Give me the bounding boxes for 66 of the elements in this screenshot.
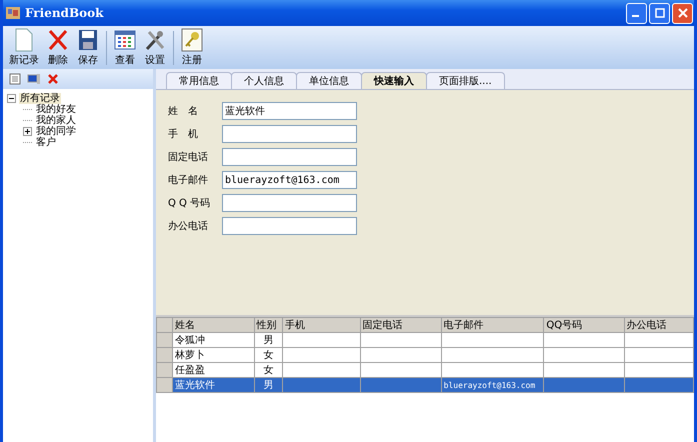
table-cell: 林萝卜: [174, 350, 205, 361]
table-cell: 女: [263, 350, 274, 361]
field-label: 姓 名: [168, 105, 199, 118]
collapse-icon[interactable]: [7, 94, 16, 103]
tab[interactable]: 快速输入: [361, 72, 427, 89]
tab[interactable]: 个人信息: [231, 72, 297, 89]
table-cell: 令狐冲: [174, 335, 205, 346]
table-cell: 蓝光软件: [174, 380, 215, 391]
table-row[interactable]: 令狐冲 男: [156, 332, 694, 348]
toolbar-button[interactable]: 保存: [73, 28, 103, 67]
close-icon: [678, 8, 688, 18]
maximize-button[interactable]: [649, 2, 670, 24]
column-header[interactable]: 姓名: [172, 318, 254, 332]
input-field[interactable]: [222, 217, 357, 235]
input-field[interactable]: [222, 148, 357, 166]
table-cell: 男: [263, 335, 274, 346]
column-header[interactable]: 性别: [254, 318, 282, 332]
field-label: 固定电话: [168, 150, 209, 164]
column-header[interactable]: 固定电话: [360, 318, 442, 332]
toolbar-button[interactable]: 设置: [140, 28, 170, 67]
tab[interactable]: 常用信息: [166, 72, 232, 89]
table-cell: 男: [263, 380, 274, 391]
toolbar-button[interactable]: 注册: [177, 28, 207, 67]
tree-item[interactable]: 客户: [35, 137, 57, 148]
delete-icon: [47, 28, 69, 52]
window-title: FriendBook: [25, 6, 105, 20]
column-header[interactable]: QQ号码: [544, 318, 624, 332]
tree-item[interactable]: 我的同学: [35, 126, 77, 137]
column-header[interactable]: 手机: [282, 318, 360, 332]
maximize-icon: [654, 8, 664, 18]
app-icon: [6, 7, 20, 19]
note-icon[interactable]: [9, 73, 21, 85]
computer-icon[interactable]: [27, 73, 41, 85]
toolbar-button[interactable]: 新记录: [5, 28, 43, 67]
grid-icon: [114, 28, 136, 52]
field-label: 电子邮件: [168, 174, 209, 187]
close-button[interactable]: [672, 2, 693, 24]
minimize-icon: [632, 15, 638, 17]
table-row[interactable]: 林萝卜 女: [156, 348, 694, 362]
input-field[interactable]: [222, 194, 357, 212]
tab[interactable]: 单位信息: [296, 72, 362, 89]
delete-icon[interactable]: [47, 73, 59, 85]
input-field[interactable]: [222, 125, 357, 143]
column-header[interactable]: 电子邮件: [441, 318, 544, 332]
toolbar-button[interactable]: 删除: [43, 28, 73, 67]
table-cell: 女: [263, 365, 274, 376]
document-icon: [13, 28, 35, 52]
field-label: 办公电话: [168, 220, 209, 233]
tab[interactable]: 页面排版....: [426, 72, 505, 89]
table-cell: 任盈盈: [174, 365, 205, 376]
toolbar-button[interactable]: 查看: [110, 28, 140, 67]
input-field[interactable]: 蓝光软件: [222, 102, 357, 120]
input-field[interactable]: bluerayzoft@163.com: [222, 171, 357, 189]
tree-item[interactable]: 我的家人: [35, 115, 77, 126]
tools-icon: [144, 28, 166, 52]
table-row[interactable]: 蓝光软件 男 bluerayzoft@163.com: [156, 378, 694, 392]
minimize-button[interactable]: [626, 2, 647, 24]
tree-item[interactable]: 所有记录: [19, 93, 61, 104]
key-icon: [181, 28, 203, 52]
field-label: Q Q 号码: [168, 197, 212, 210]
table-cell: bluerayzoft@163.com: [444, 380, 536, 390]
column-header[interactable]: 办公电话: [624, 318, 694, 332]
expand-icon[interactable]: [23, 127, 32, 136]
tree-item[interactable]: 我的好友: [35, 104, 77, 115]
field-label: 手 机: [168, 128, 199, 141]
save-icon: [77, 28, 99, 52]
